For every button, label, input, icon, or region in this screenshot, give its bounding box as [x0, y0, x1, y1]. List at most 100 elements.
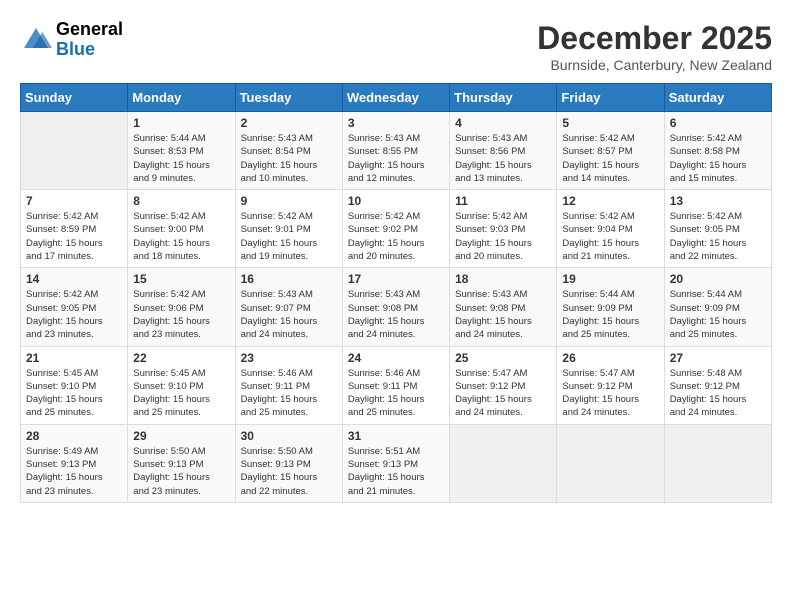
calendar-cell: 25 Sunrise: 5:47 AM Sunset: 9:12 PM Dayli… [450, 346, 557, 424]
day-info: Sunrise: 5:49 AM Sunset: 9:13 PM Dayligh… [26, 445, 122, 498]
day-number: 31 [348, 429, 444, 443]
calendar-cell: 8 Sunrise: 5:42 AM Sunset: 9:00 PM Daylig… [128, 190, 235, 268]
calendar-week-row: 14 Sunrise: 5:42 AM Sunset: 9:05 PM Dayli… [21, 268, 772, 346]
calendar-cell: 28 Sunrise: 5:49 AM Sunset: 9:13 PM Dayli… [21, 424, 128, 502]
calendar-cell: 22 Sunrise: 5:45 AM Sunset: 9:10 PM Dayli… [128, 346, 235, 424]
calendar-cell: 11Sunrise: 5:42 AM Sunset: 9:03 PM Dayli… [450, 190, 557, 268]
day-info: Sunrise: 5:50 AM Sunset: 9:13 PM Dayligh… [241, 445, 337, 498]
day-info: Sunrise: 5:47 AM Sunset: 9:12 PM Dayligh… [455, 367, 551, 420]
day-number: 19 [562, 272, 658, 286]
logo: General Blue [20, 20, 123, 60]
day-number: 4 [455, 116, 551, 130]
day-number: 13 [670, 194, 766, 208]
day-info: Sunrise: 5:42 AM Sunset: 8:58 PM Dayligh… [670, 132, 766, 185]
calendar-cell: 27 Sunrise: 5:48 AM Sunset: 9:12 PM Dayli… [664, 346, 771, 424]
calendar-cell: 13 Sunrise: 5:42 AM Sunset: 9:05 PM Dayli… [664, 190, 771, 268]
column-header-saturday: Saturday [664, 84, 771, 112]
day-number: 18 [455, 272, 551, 286]
day-info: Sunrise: 5:45 AM Sunset: 9:10 PM Dayligh… [133, 367, 229, 420]
calendar-cell: 21 Sunrise: 5:45 AM Sunset: 9:10 PM Dayli… [21, 346, 128, 424]
calendar-cell: 19 Sunrise: 5:44 AM Sunset: 9:09 PM Dayli… [557, 268, 664, 346]
day-info: Sunrise: 5:42 AM Sunset: 9:04 PM Dayligh… [562, 210, 658, 263]
day-info: Sunrise: 5:42 AM Sunset: 9:05 PM Dayligh… [670, 210, 766, 263]
day-number: 25 [455, 351, 551, 365]
calendar-cell [450, 424, 557, 502]
day-info: Sunrise: 5:47 AM Sunset: 9:12 PM Dayligh… [562, 367, 658, 420]
day-info: Sunrise: 5:44 AM Sunset: 9:09 PM Dayligh… [562, 288, 658, 341]
calendar-cell: 29Sunrise: 5:50 AM Sunset: 9:13 PM Dayli… [128, 424, 235, 502]
day-number: 21 [26, 351, 122, 365]
day-number: 7 [26, 194, 122, 208]
day-info: Sunrise: 5:42 AM Sunset: 9:05 PM Dayligh… [26, 288, 122, 341]
column-header-thursday: Thursday [450, 84, 557, 112]
calendar-cell: 14 Sunrise: 5:42 AM Sunset: 9:05 PM Dayli… [21, 268, 128, 346]
calendar-week-row: 28 Sunrise: 5:49 AM Sunset: 9:13 PM Dayli… [21, 424, 772, 502]
calendar-table: SundayMondayTuesdayWednesdayThursdayFrid… [20, 83, 772, 503]
location: Burnside, Canterbury, New Zealand [537, 57, 772, 73]
calendar-cell: 1 Sunrise: 5:44 AM Sunset: 8:53 PM Daylig… [128, 112, 235, 190]
day-info: Sunrise: 5:46 AM Sunset: 9:11 PM Dayligh… [348, 367, 444, 420]
day-number: 20 [670, 272, 766, 286]
calendar-cell: 24 Sunrise: 5:46 AM Sunset: 9:11 PM Dayli… [342, 346, 449, 424]
day-number: 27 [670, 351, 766, 365]
day-info: Sunrise: 5:43 AM Sunset: 8:56 PM Dayligh… [455, 132, 551, 185]
calendar-header-row: SundayMondayTuesdayWednesdayThursdayFrid… [21, 84, 772, 112]
day-number: 16 [241, 272, 337, 286]
day-info: Sunrise: 5:44 AM Sunset: 9:09 PM Dayligh… [670, 288, 766, 341]
calendar-cell: 16 Sunrise: 5:43 AM Sunset: 9:07 PM Dayli… [235, 268, 342, 346]
day-info: Sunrise: 5:43 AM Sunset: 9:07 PM Dayligh… [241, 288, 337, 341]
day-number: 14 [26, 272, 122, 286]
calendar-cell [664, 424, 771, 502]
day-number: 26 [562, 351, 658, 365]
day-number: 8 [133, 194, 229, 208]
logo-text: General Blue [56, 20, 123, 60]
day-number: 5 [562, 116, 658, 130]
day-info: Sunrise: 5:46 AM Sunset: 9:11 PM Dayligh… [241, 367, 337, 420]
day-info: Sunrise: 5:50 AM Sunset: 9:13 PM Dayligh… [133, 445, 229, 498]
day-info: Sunrise: 5:42 AM Sunset: 8:59 PM Dayligh… [26, 210, 122, 263]
calendar-week-row: 1 Sunrise: 5:44 AM Sunset: 8:53 PM Daylig… [21, 112, 772, 190]
calendar-cell: 6 Sunrise: 5:42 AM Sunset: 8:58 PM Daylig… [664, 112, 771, 190]
day-info: Sunrise: 5:42 AM Sunset: 9:00 PM Dayligh… [133, 210, 229, 263]
day-info: Sunrise: 5:42 AM Sunset: 8:57 PM Dayligh… [562, 132, 658, 185]
calendar-week-row: 7 Sunrise: 5:42 AM Sunset: 8:59 PM Daylig… [21, 190, 772, 268]
day-info: Sunrise: 5:43 AM Sunset: 9:08 PM Dayligh… [348, 288, 444, 341]
day-number: 1 [133, 116, 229, 130]
calendar-cell: 26 Sunrise: 5:47 AM Sunset: 9:12 PM Dayli… [557, 346, 664, 424]
day-number: 12 [562, 194, 658, 208]
title-block: December 2025 Burnside, Canterbury, New … [537, 20, 772, 73]
calendar-cell: 3 Sunrise: 5:43 AM Sunset: 8:55 PM Daylig… [342, 112, 449, 190]
day-info: Sunrise: 5:44 AM Sunset: 8:53 PM Dayligh… [133, 132, 229, 185]
day-number: 23 [241, 351, 337, 365]
day-info: Sunrise: 5:42 AM Sunset: 9:02 PM Dayligh… [348, 210, 444, 263]
day-number: 30 [241, 429, 337, 443]
calendar-cell [21, 112, 128, 190]
day-number: 6 [670, 116, 766, 130]
day-info: Sunrise: 5:48 AM Sunset: 9:12 PM Dayligh… [670, 367, 766, 420]
calendar-cell: 23 Sunrise: 5:46 AM Sunset: 9:11 PM Dayli… [235, 346, 342, 424]
day-info: Sunrise: 5:51 AM Sunset: 9:13 PM Dayligh… [348, 445, 444, 498]
day-number: 17 [348, 272, 444, 286]
day-number: 3 [348, 116, 444, 130]
column-header-wednesday: Wednesday [342, 84, 449, 112]
calendar-cell: 12 Sunrise: 5:42 AM Sunset: 9:04 PM Dayli… [557, 190, 664, 268]
day-info: Sunrise: 5:45 AM Sunset: 9:10 PM Dayligh… [26, 367, 122, 420]
month-title: December 2025 [537, 20, 772, 57]
day-number: 15 [133, 272, 229, 286]
column-header-monday: Monday [128, 84, 235, 112]
column-header-tuesday: Tuesday [235, 84, 342, 112]
day-number: 10 [348, 194, 444, 208]
day-number: 22 [133, 351, 229, 365]
column-header-friday: Friday [557, 84, 664, 112]
day-info: Sunrise: 5:43 AM Sunset: 8:55 PM Dayligh… [348, 132, 444, 185]
day-info: Sunrise: 5:42 AM Sunset: 9:06 PM Dayligh… [133, 288, 229, 341]
calendar-cell: 9Sunrise: 5:42 AM Sunset: 9:01 PM Daylig… [235, 190, 342, 268]
column-header-sunday: Sunday [21, 84, 128, 112]
calendar-cell: 7 Sunrise: 5:42 AM Sunset: 8:59 PM Daylig… [21, 190, 128, 268]
day-number: 28 [26, 429, 122, 443]
day-number: 11 [455, 194, 551, 208]
calendar-cell: 2Sunrise: 5:43 AM Sunset: 8:54 PM Daylig… [235, 112, 342, 190]
day-number: 24 [348, 351, 444, 365]
calendar-cell [557, 424, 664, 502]
calendar-cell: 18Sunrise: 5:43 AM Sunset: 9:08 PM Dayli… [450, 268, 557, 346]
